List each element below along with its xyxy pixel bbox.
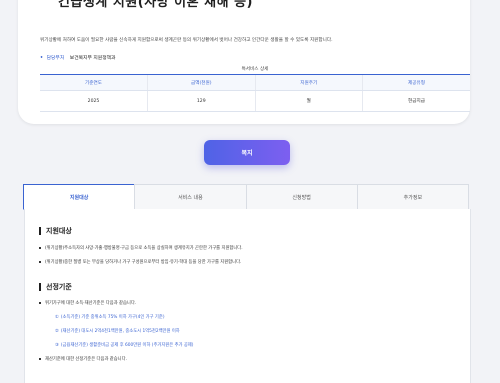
table-caption: 특서비스 상세	[241, 67, 269, 72]
table-header: 기준연도	[40, 74, 148, 91]
department-name: 보건복지부 지원정책과	[69, 56, 116, 61]
table-cell: 129	[147, 90, 255, 112]
detail-tabs: 지원대상 서비스 내용 신청방법 추가정보	[23, 184, 469, 210]
table-header: 제공유형	[362, 74, 470, 91]
apply-button[interactable]: 복지	[204, 140, 290, 165]
department-line: • 담당부처 보건복지부 지원정책과	[40, 54, 115, 61]
list-item: (위기상황)중한 질병 또는 부상을 당하거나 가구 구성원으로부터 방임·유기…	[38, 260, 242, 265]
tab-apply-method[interactable]: 신청방법	[245, 184, 358, 209]
sub-list-item: ① (소득기준) 기준 중위소득 75% 이하 가구(4인 가구 기준)	[55, 315, 165, 320]
list-item: (위기상황)주소득자의 사망·가출·행방불명·구금 등으로 소득을 상실하여 생…	[39, 246, 243, 251]
service-intro: 위기상황에 처하여 도움이 필요한 사람을 신속하게 지원함으로써 생계곤란 등…	[40, 38, 333, 43]
table-cell: 현금지급	[362, 90, 470, 112]
sub-list-item: ② (재산기준) 대도시 2억4천1백만원, 중소도시 1억5천2백만원 이하	[55, 329, 180, 334]
section-title-criteria: 선정기준	[39, 283, 72, 291]
table-header: 지원주기	[254, 74, 363, 91]
list-item: 위기가구에 대한 소득·재산기준은 다음과 같습니다.	[38, 301, 137, 306]
sub-list-item: ③ (금융재산기준) 생활준비금 공제 후 600만원 이하 (주거지원은 추가 …	[55, 343, 194, 348]
tab-content: 지원대상 (위기상황)주소득자의 사망·가출·행방불명·구금 등으로 소득을 상…	[24, 209, 471, 383]
page-title: 긴급생계 지원(사망 이혼 재해 등)	[58, 0, 253, 10]
table-cell: 월	[254, 90, 363, 112]
section-title-target: 지원대상	[39, 227, 72, 235]
list-item: 재산기준에 대한 선정기준은 다음과 같습니다.	[39, 357, 127, 362]
table-row: 2025 129 월 현금지급	[40, 90, 470, 112]
table-cell: 2025	[40, 90, 148, 112]
department-tag: 담당부처	[46, 56, 65, 61]
bullet-icon: •	[40, 56, 44, 61]
tab-additional-info[interactable]: 추가정보	[356, 184, 469, 209]
tab-target[interactable]: 지원대상	[23, 184, 136, 210]
table-header: 금액(천원)	[147, 74, 255, 91]
service-info-table: 기준연도 금액(천원) 지원주기 제공유형 2025 129 월 현금지급	[40, 74, 470, 112]
tab-service-content[interactable]: 서비스 내용	[134, 184, 247, 209]
